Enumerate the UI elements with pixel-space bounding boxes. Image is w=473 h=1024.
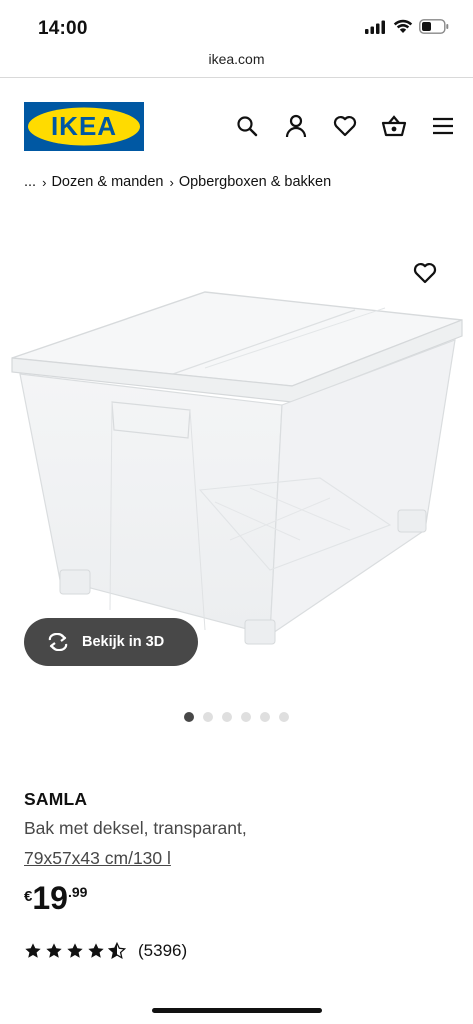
chevron-right-icon: › bbox=[169, 174, 174, 190]
pagination-dot[interactable] bbox=[241, 712, 251, 722]
pagination-dot[interactable] bbox=[203, 712, 213, 722]
home-indicator bbox=[152, 1008, 322, 1013]
image-pagination bbox=[184, 712, 289, 722]
search-icon[interactable] bbox=[233, 112, 261, 140]
product-name: SAMLA bbox=[24, 789, 88, 809]
header-icons bbox=[233, 112, 457, 140]
url-bar[interactable]: ikea.com bbox=[0, 44, 473, 78]
breadcrumb: ... › Dozen & manden › Opbergboxen & bak… bbox=[24, 174, 331, 190]
basket-icon[interactable] bbox=[380, 112, 408, 140]
review-count[interactable]: (5396) bbox=[138, 941, 187, 961]
star-icon bbox=[46, 943, 62, 958]
star-icon bbox=[25, 943, 41, 958]
view-3d-label: Bekijk in 3D bbox=[82, 634, 165, 650]
status-time: 14:00 bbox=[38, 18, 88, 39]
signal-icon bbox=[365, 20, 385, 34]
rotate-3d-icon bbox=[48, 633, 68, 651]
favorite-button[interactable] bbox=[413, 262, 437, 289]
price-integer: 19 bbox=[32, 880, 68, 916]
heart-icon[interactable] bbox=[331, 112, 359, 140]
account-icon[interactable] bbox=[282, 112, 310, 140]
ikea-logo[interactable]: IKEA bbox=[24, 102, 144, 151]
status-icons bbox=[365, 19, 449, 34]
pagination-dot[interactable] bbox=[279, 712, 289, 722]
star-half-icon bbox=[108, 942, 126, 960]
wifi-icon bbox=[393, 19, 413, 33]
product-rating[interactable]: (5396) bbox=[24, 941, 187, 961]
menu-icon[interactable] bbox=[429, 112, 457, 140]
status-bar: 14:00 bbox=[0, 0, 473, 44]
heart-icon bbox=[413, 263, 437, 284]
breadcrumb-ellipsis[interactable]: ... bbox=[24, 174, 36, 190]
product-description: Bak met deksel, transparant, bbox=[24, 818, 247, 838]
battery-icon bbox=[419, 19, 449, 34]
pagination-dot[interactable] bbox=[222, 712, 232, 722]
price-currency: € bbox=[24, 888, 33, 905]
star-icon bbox=[67, 943, 83, 958]
view-3d-button[interactable]: Bekijk in 3D bbox=[24, 618, 198, 666]
product-size-link[interactable]: 79x57x43 cm/130 l bbox=[24, 848, 171, 869]
price-decimals: .99 bbox=[67, 884, 88, 900]
svg-text:IKEA: IKEA bbox=[51, 111, 117, 141]
site-header: IKEA bbox=[0, 78, 473, 158]
pagination-dot[interactable] bbox=[184, 712, 194, 722]
chevron-right-icon: › bbox=[42, 174, 47, 190]
breadcrumb-item-dozen-manden[interactable]: Dozen & manden bbox=[51, 174, 163, 190]
breadcrumb-item-opbergboxen[interactable]: Opbergboxen & bakken bbox=[179, 174, 331, 190]
product-price: € 19 .99 bbox=[24, 880, 87, 916]
product-image-gallery[interactable]: Bekijk in 3D bbox=[0, 240, 473, 700]
star-icon bbox=[88, 943, 104, 958]
pagination-dot[interactable] bbox=[260, 712, 270, 722]
url-text[interactable]: ikea.com bbox=[208, 51, 264, 67]
